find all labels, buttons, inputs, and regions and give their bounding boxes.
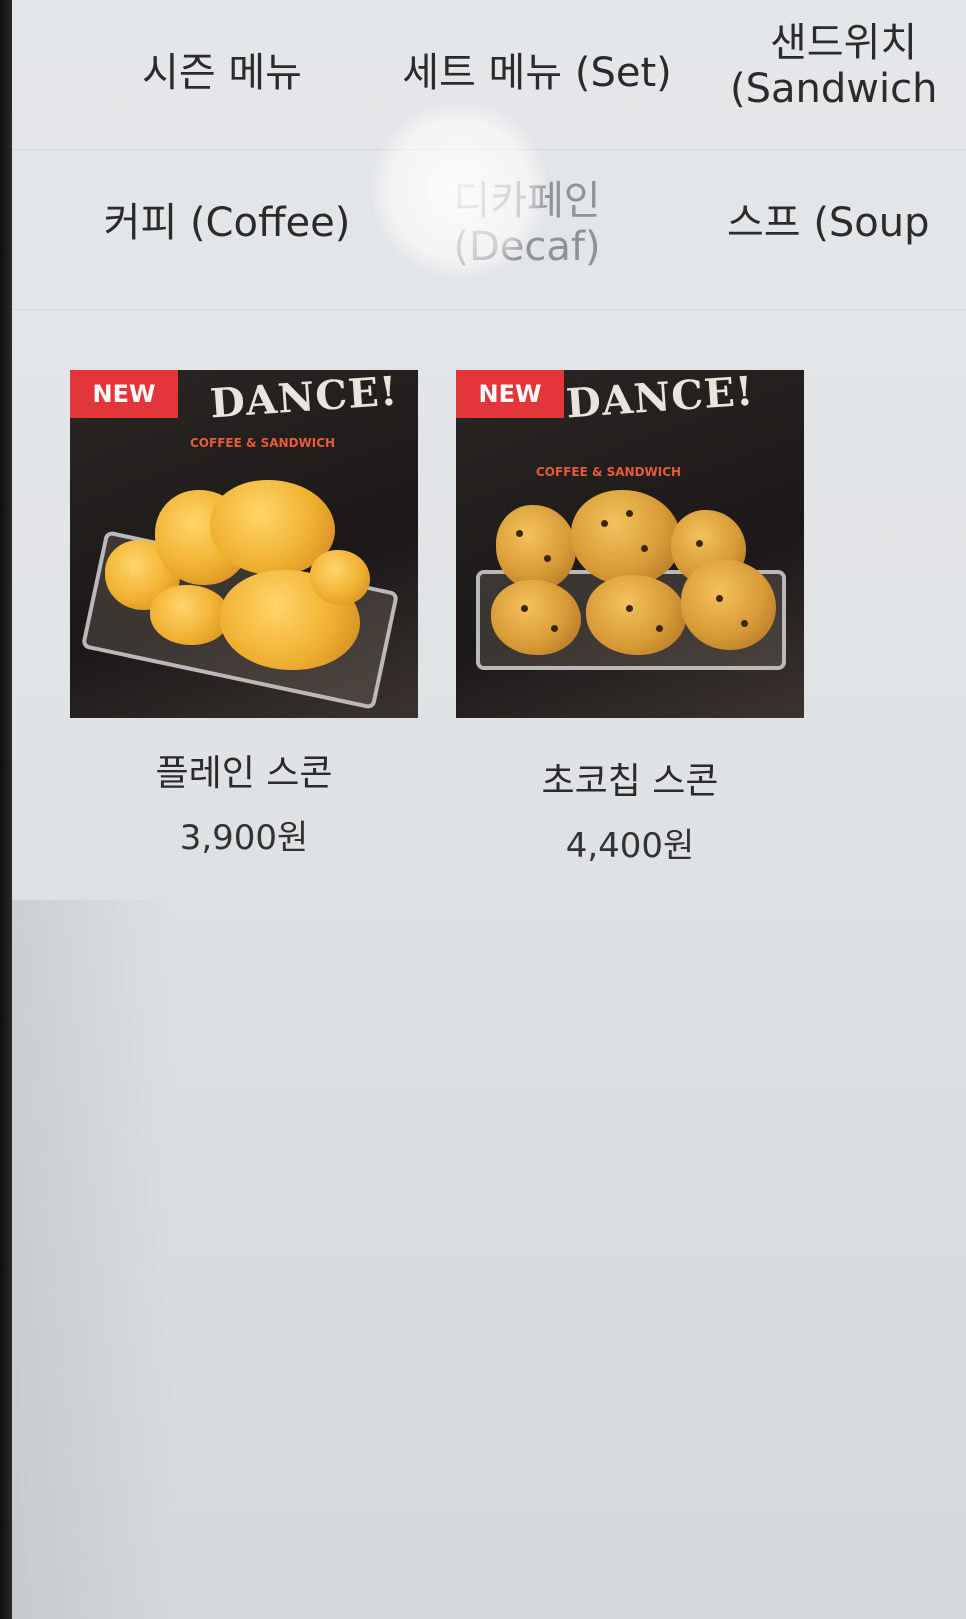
product-name: 초코칩 스콘 — [541, 761, 719, 802]
kiosk-screen: 시즌 메뉴 세트 메뉴 (Set) 샌드위치 (Sandwich 커피 (Cof… — [12, 0, 966, 1619]
category-label-line2: (Decaf) — [453, 224, 601, 270]
category-soup[interactable]: 스프 (Soup — [727, 200, 966, 246]
screen-reflection — [12, 900, 172, 1619]
category-row-2: 커피 (Coffee) 디카페인 (Decaf) 스프 (Soup — [12, 150, 966, 310]
product-image: DANCE! COFFEE & SANDWICH NEW — [70, 370, 418, 718]
category-season-menu[interactable]: 시즌 메뉴 — [122, 50, 322, 96]
shirt-subtext: COFFEE & SANDWICH — [536, 465, 682, 479]
new-badge: NEW — [456, 370, 564, 418]
product-price: 3,900원 — [179, 818, 309, 858]
category-label: 스프 (Soup — [727, 200, 930, 246]
category-label: 세트 메뉴 (Set) — [402, 50, 672, 96]
category-decaf[interactable]: 디카페인 (Decaf) — [422, 178, 632, 270]
scone — [586, 575, 686, 655]
product-image: DANCE! COFFEE & SANDWICH NEW — [456, 370, 804, 718]
category-set-menu[interactable]: 세트 메뉴 (Set) — [387, 50, 687, 96]
category-label-line1: 디카페인 — [453, 178, 601, 224]
new-badge: NEW — [70, 370, 178, 418]
category-label-line2: (Sandwich — [730, 66, 938, 112]
shirt-print: DANCE! — [208, 370, 400, 428]
scone — [150, 585, 230, 645]
category-label: 시즌 메뉴 — [142, 50, 302, 96]
category-sandwich[interactable]: 샌드위치 (Sandwich — [730, 20, 966, 112]
scone — [310, 550, 370, 605]
scone — [491, 580, 581, 655]
category-row-1: 시즌 메뉴 세트 메뉴 (Set) 샌드위치 (Sandwich — [12, 0, 966, 150]
category-coffee[interactable]: 커피 (Coffee) — [92, 200, 362, 246]
scone — [571, 490, 681, 585]
screen-bezel — [0, 0, 12, 1619]
scone — [496, 505, 576, 590]
product-card-plain-scone[interactable]: DANCE! COFFEE & SANDWICH NEW 플레인 스콘 3,90… — [64, 370, 424, 858]
shirt-subtext: COFFEE & SANDWICH — [190, 436, 336, 450]
category-label: 커피 (Coffee) — [103, 200, 351, 246]
scone — [681, 560, 776, 650]
category-label-line1: 샌드위치 — [770, 20, 918, 66]
product-name: 플레인 스콘 — [155, 753, 333, 794]
shirt-print: DANCE! — [564, 370, 756, 428]
product-price: 4,400원 — [565, 826, 695, 866]
product-card-choco-chip-scone[interactable]: DANCE! COFFEE & SANDWICH NEW 초코칩 스콘 4,40… — [450, 370, 810, 866]
